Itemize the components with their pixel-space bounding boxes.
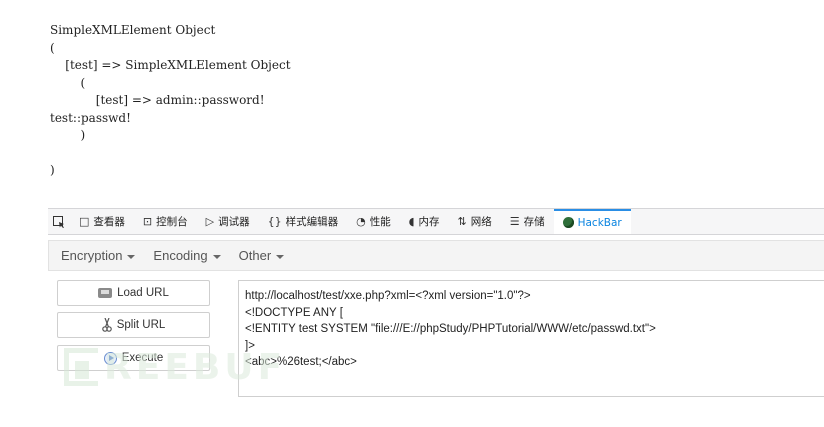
freebuf-watermark: REEBUF	[64, 346, 286, 388]
inspector-icon: □	[79, 215, 90, 228]
tab-debugger[interactable]: ▷ 调试器	[197, 209, 259, 234]
tab-label: 查看器	[93, 216, 125, 228]
tab-storage[interactable]: ☰ 存储	[501, 209, 554, 234]
performance-icon: ◔	[356, 215, 366, 228]
caret-down-icon	[127, 254, 136, 259]
tab-network[interactable]: ⇅ 网络	[449, 209, 501, 234]
watermark-text: REEBUF	[104, 346, 287, 388]
tab-label: 网络	[470, 216, 492, 228]
load-url-button[interactable]: Load URL	[57, 280, 210, 306]
split-url-label: Split URL	[116, 319, 166, 331]
watermark-logo-icon	[64, 348, 98, 386]
tab-label: 内存	[418, 216, 440, 228]
scissors-icon	[101, 318, 112, 332]
tab-console[interactable]: ⊡ 控制台	[134, 209, 197, 234]
tab-label: 控制台	[156, 216, 188, 228]
php-output-text: SimpleXMLElement Object ( [test] => Simp…	[50, 23, 291, 177]
hackbar-menu: Encryption Encoding Other	[48, 240, 824, 271]
tab-inspector[interactable]: □ 查看器	[70, 209, 134, 234]
tab-label: HackBar	[577, 216, 622, 229]
element-picker-button[interactable]	[48, 209, 70, 234]
tab-hackbar[interactable]: HackBar	[553, 209, 631, 234]
tab-label: 调试器	[218, 216, 250, 228]
caret-down-icon	[276, 254, 285, 259]
load-icon	[98, 288, 113, 298]
url-textarea[interactable]: http://localhost/test/xxe.php?xml=<?xml …	[238, 280, 824, 397]
console-icon: ⊡	[142, 215, 153, 228]
split-url-button[interactable]: Split URL	[57, 312, 210, 338]
load-url-label: Load URL	[117, 287, 169, 299]
tab-label: 性能	[369, 216, 391, 228]
encryption-label: Encryption	[61, 248, 123, 263]
other-menu[interactable]: Other	[239, 248, 285, 263]
picker-icon	[53, 215, 64, 228]
network-icon: ⇅	[457, 215, 467, 228]
tab-performance[interactable]: ◔ 性能	[347, 209, 400, 234]
encoding-menu[interactable]: Encoding	[153, 248, 221, 263]
caret-down-icon	[212, 254, 221, 259]
storage-icon: ☰	[509, 215, 520, 228]
tab-style-editor[interactable]: {} 样式编辑器	[259, 209, 348, 234]
debugger-icon: ▷	[205, 215, 215, 228]
other-label: Other	[238, 248, 272, 263]
devtools-toolbar: □ 查看器 ⊡ 控制台 ▷ 调试器 {} 样式编辑器 ◔ 性能 ◖ 内存 ⇅ 网…	[48, 208, 824, 235]
memory-icon: ◖	[408, 215, 415, 228]
encryption-menu[interactable]: Encryption	[61, 248, 136, 263]
encoding-label: Encoding	[153, 248, 208, 263]
tab-label: 存储	[523, 216, 545, 228]
style-editor-icon: {}	[267, 215, 282, 228]
tab-label: 样式编辑器	[285, 216, 339, 228]
hackbar-icon	[562, 217, 574, 228]
tab-memory[interactable]: ◖ 内存	[400, 209, 449, 234]
